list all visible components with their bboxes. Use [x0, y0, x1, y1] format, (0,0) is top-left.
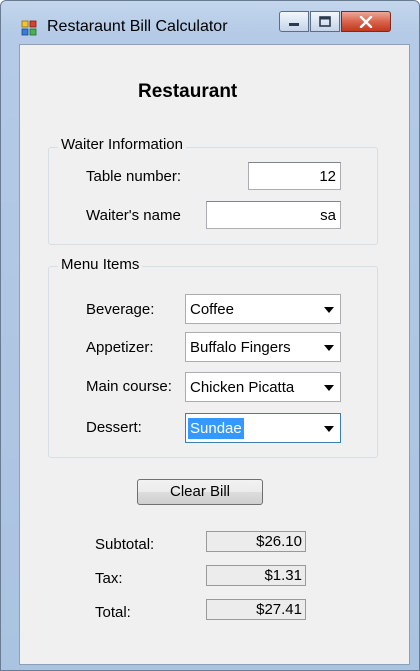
- total-value: $27.41: [206, 599, 306, 620]
- window-title: Restaraunt Bill Calculator: [47, 18, 228, 35]
- waiter-name-label: Waiter's name: [86, 207, 181, 224]
- main-course-label: Main course:: [86, 378, 172, 395]
- dessert-value: Sundae: [188, 418, 244, 439]
- chevron-down-icon[interactable]: [324, 345, 334, 351]
- waiter-info-legend: Waiter Information: [58, 136, 186, 153]
- app-icon: [21, 20, 37, 36]
- chevron-down-icon[interactable]: [324, 426, 334, 432]
- page-title: Restaurant: [138, 81, 238, 102]
- beverage-value: Coffee: [190, 301, 234, 318]
- main-course-combobox[interactable]: Chicken Picatta: [185, 372, 341, 402]
- clear-bill-button[interactable]: Clear Bill: [137, 479, 263, 505]
- main-course-value: Chicken Picatta: [190, 379, 295, 396]
- subtotal-label: Subtotal:: [95, 536, 155, 553]
- subtotal-value: $26.10: [206, 531, 306, 552]
- appetizer-value: Buffalo Fingers: [190, 339, 291, 356]
- beverage-combobox[interactable]: Coffee: [185, 294, 341, 324]
- tax-value: $1.31: [206, 565, 306, 586]
- total-label: Total:: [95, 604, 131, 621]
- maximize-button[interactable]: [310, 11, 340, 32]
- chevron-down-icon[interactable]: [324, 385, 334, 391]
- maximize-icon: [319, 16, 331, 27]
- close-button[interactable]: [341, 11, 391, 32]
- app-window: Restaraunt Bill Calculator Restaurant Wa…: [0, 0, 420, 671]
- form-client-area: Restaurant Waiter Information Table numb…: [19, 44, 410, 665]
- tax-label: Tax:: [95, 570, 123, 587]
- appetizer-label: Appetizer:: [86, 339, 154, 356]
- menu-items-legend: Menu Items: [58, 256, 143, 273]
- dessert-combobox[interactable]: Sundae: [185, 413, 341, 443]
- close-icon: [359, 15, 373, 28]
- dessert-label: Dessert:: [86, 419, 142, 436]
- chevron-down-icon[interactable]: [324, 307, 334, 313]
- title-bar[interactable]: Restaraunt Bill Calculator: [1, 1, 419, 41]
- waiter-name-input[interactable]: sa: [206, 201, 341, 229]
- minimize-icon: [289, 22, 299, 26]
- minimize-button[interactable]: [279, 11, 309, 32]
- table-number-label: Table number:: [86, 168, 182, 185]
- table-number-input[interactable]: 12: [248, 162, 341, 190]
- appetizer-combobox[interactable]: Buffalo Fingers: [185, 332, 341, 362]
- beverage-label: Beverage:: [86, 301, 155, 318]
